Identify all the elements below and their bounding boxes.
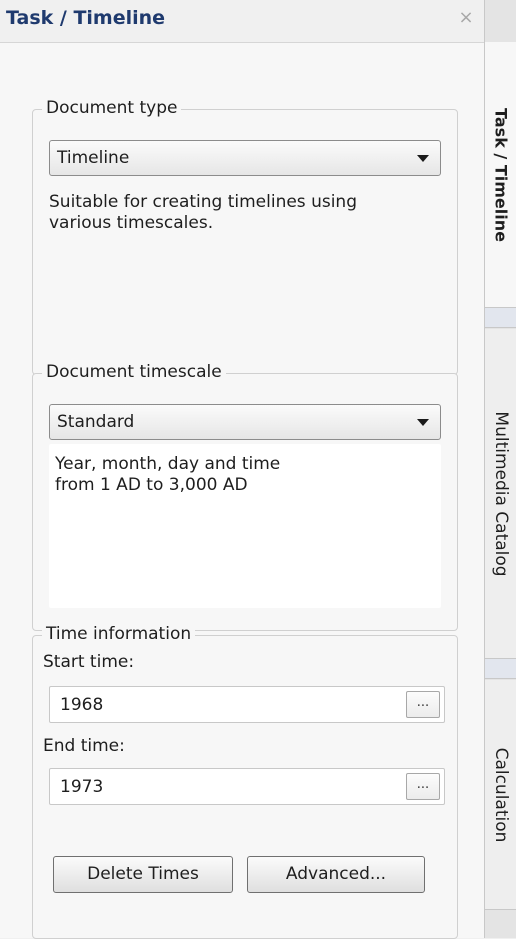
delete-times-button[interactable]: Delete Times (53, 856, 233, 893)
end-time-field[interactable]: 1973 ... (49, 768, 445, 805)
chevron-down-icon (417, 155, 429, 162)
tab-multimedia-catalog[interactable]: Multimedia Catalog (485, 329, 516, 659)
start-time-field[interactable]: 1968 ... (49, 686, 445, 723)
document-type-dropdown[interactable]: Timeline (49, 140, 441, 176)
tab-multimedia-catalog-label: Multimedia Catalog (490, 410, 511, 577)
time-information-legend: Time information (42, 624, 196, 644)
time-information-group: Time information Start time: 1968 ... En… (32, 624, 458, 939)
start-time-label: Start time: (43, 652, 135, 672)
panel-header: Task / Timeline × (0, 0, 484, 42)
document-type-description: Suitable for creating timelines using va… (49, 192, 357, 233)
tab-separator (485, 659, 516, 679)
document-timescale-description-box: Year, month, day and time from 1 AD to 3… (49, 444, 441, 608)
document-timescale-group: Document timescale Standard Year, month,… (32, 362, 458, 631)
end-time-browse-button[interactable]: ... (406, 773, 440, 800)
close-icon[interactable]: × (455, 6, 477, 30)
vertical-tab-strip: Task / Timeline Multimedia Catalog Calcu… (484, 0, 516, 938)
tab-task-timeline-label: Task / Timeline (491, 107, 510, 242)
document-type-value: Timeline (57, 148, 130, 168)
tab-separator (485, 308, 516, 328)
advanced-button[interactable]: Advanced... (247, 856, 425, 893)
document-type-group: Document type Timeline Suitable for crea… (32, 98, 458, 375)
document-timescale-description: Year, month, day and time from 1 AD to 3… (55, 454, 281, 495)
task-panel: Document type Timeline Suitable for crea… (0, 42, 484, 939)
document-timescale-value: Standard (57, 412, 135, 432)
document-timescale-dropdown[interactable]: Standard (49, 404, 441, 440)
start-time-browse-button[interactable]: ... (406, 691, 440, 718)
document-timescale-legend: Document timescale (42, 362, 226, 382)
panel-title: Task / Timeline (6, 7, 166, 29)
end-time-label: End time: (43, 736, 125, 756)
tab-calculation-label: Calculation (490, 747, 511, 842)
tab-task-timeline[interactable]: Task / Timeline (485, 42, 516, 308)
end-time-value: 1973 (60, 777, 104, 797)
document-type-legend: Document type (42, 98, 182, 118)
chevron-down-icon (417, 419, 429, 426)
start-time-value: 1968 (60, 695, 104, 715)
tab-calculation[interactable]: Calculation (485, 680, 516, 910)
